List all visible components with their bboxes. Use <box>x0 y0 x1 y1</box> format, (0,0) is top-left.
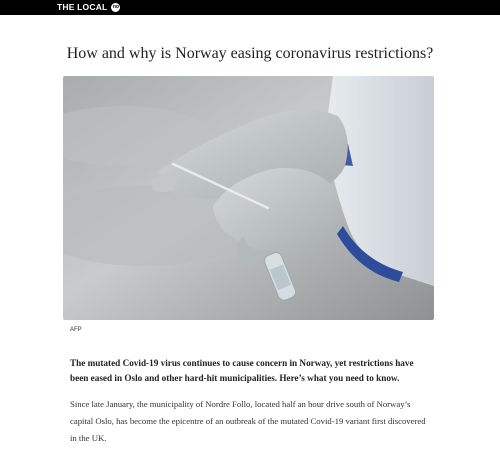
logo-wordmark: THE LOCAL <box>57 2 108 12</box>
gloved-hands-swab-illustration <box>63 76 434 320</box>
article-lead: The mutated Covid-19 virus continues to … <box>70 358 414 383</box>
article-title: How and why is Norway easing coronavirus… <box>66 45 434 62</box>
country-badge-icon: no <box>111 3 121 12</box>
site-logo[interactable]: THE LOCAL no <box>57 2 121 13</box>
article-hero-image <box>63 76 434 320</box>
article-paragraph: Since late January, the municipality of … <box>70 399 426 443</box>
image-credit: AFP <box>70 327 82 333</box>
top-navigation-bar: THE LOCAL no <box>0 0 500 15</box>
